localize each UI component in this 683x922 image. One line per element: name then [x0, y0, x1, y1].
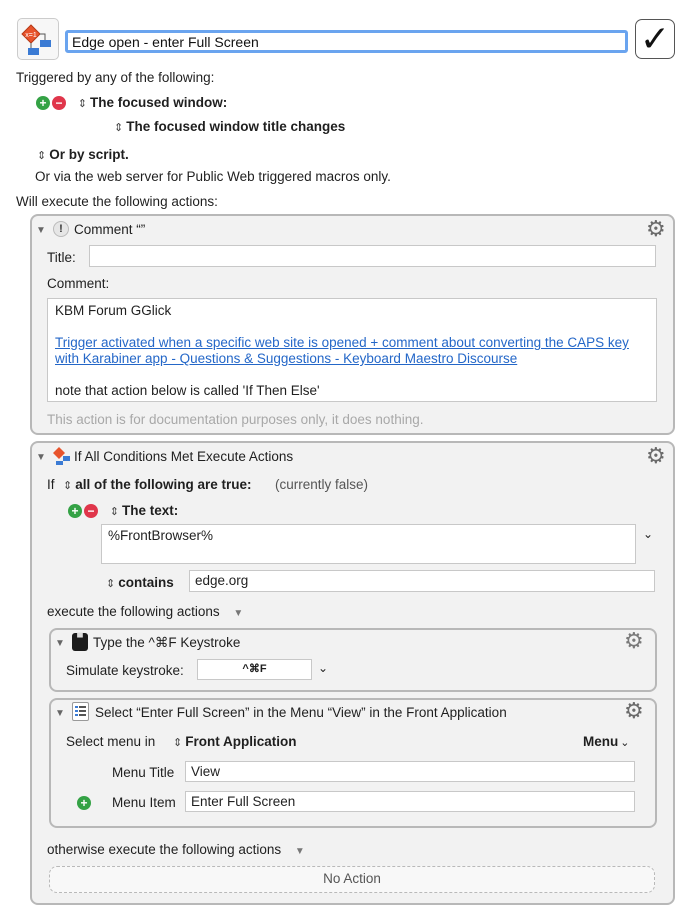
triggers-intro: Triggered by any of the following:	[16, 70, 215, 85]
gear-icon[interactable]: ⚙	[624, 700, 644, 722]
comment-label: Comment:	[47, 276, 110, 291]
focused-window-label[interactable]: The focused window:	[90, 95, 227, 110]
menu-item-label: Menu Item	[112, 795, 176, 810]
text-condition: + − ⇕ The text:	[68, 503, 178, 518]
updown-icon[interactable]: ⇕	[78, 98, 87, 110]
updown-icon[interactable]: ⇕	[110, 506, 119, 518]
checkmark-icon: ✓	[639, 19, 671, 60]
condition-status: (currently false)	[275, 477, 369, 492]
chevron-down-icon[interactable]: ⌄	[643, 527, 653, 541]
updown-icon: ⇕	[37, 150, 47, 162]
comment-icon: !	[53, 221, 69, 237]
the-text-label[interactable]: The text:	[122, 503, 178, 518]
focused-window-condition[interactable]: ⇕ The focused window title changes	[114, 119, 345, 134]
all-true-label: all of the following are true:	[75, 477, 252, 492]
otherwise-label: otherwise execute the following actions …	[47, 842, 305, 857]
execute-label: execute the following actions ▼	[47, 604, 243, 619]
comment-action-panel[interactable]: ▼ ! Comment “” ⚙ Title: Comment: KBM For…	[30, 214, 675, 435]
select-menu-label: Select menu in	[66, 734, 156, 749]
updown-icon: ⇕	[63, 480, 73, 492]
if-action-panel[interactable]: ▼ If All Conditions Met Execute Actions …	[30, 441, 675, 905]
comment-footer: This action is for documentation purpose…	[47, 412, 424, 427]
if-header: If All Conditions Met Execute Actions	[74, 449, 294, 464]
menu-dropdown-label: Menu	[583, 734, 619, 749]
chevron-down-icon[interactable]: ⌄	[318, 661, 328, 675]
dropdown-triangle-icon[interactable]: ▼	[295, 846, 305, 857]
or-by-script-label: Or by script.	[49, 147, 129, 162]
menu-action-header: Select “Enter Full Screen” in the Menu “…	[95, 705, 507, 720]
collapse-triangle-icon[interactable]: ▼	[55, 708, 65, 719]
condition-label: The focused window title changes	[126, 119, 346, 134]
list-lines-icon	[75, 706, 86, 716]
comment-text-area[interactable]: KBM Forum GGlick Trigger activated when …	[47, 298, 657, 402]
gear-icon[interactable]: ⚙	[646, 218, 666, 240]
dropdown-triangle-icon[interactable]: ▼	[233, 608, 243, 619]
menu-list-icon	[72, 702, 89, 721]
menu-title-field[interactable]: View	[185, 761, 635, 782]
contains-value-field[interactable]: edge.org	[189, 570, 655, 592]
no-action-dropzone[interactable]: No Action	[49, 866, 655, 893]
execute-text: execute the following actions	[47, 604, 220, 619]
focused-window-trigger: + − ⇕ The focused window:	[36, 95, 227, 110]
flowchart-icon	[53, 447, 70, 465]
if-label: If	[47, 477, 55, 492]
no-action-label: No Action	[323, 871, 381, 886]
otherwise-text: otherwise execute the following actions	[47, 842, 282, 857]
svg-text:x=1: x=1	[25, 32, 37, 39]
collapse-triangle-icon[interactable]: ▼	[55, 638, 65, 649]
gear-icon[interactable]: ⚙	[624, 630, 644, 652]
comment-header: Comment “”	[74, 222, 146, 237]
simulate-label: Simulate keystroke:	[66, 663, 184, 678]
contains-popup[interactable]: ⇕ contains	[106, 575, 174, 590]
flowchart-icon: x=1	[21, 24, 51, 55]
or-by-script[interactable]: ⇕ Or by script.	[37, 147, 129, 162]
add-menu-item-icon[interactable]: +	[77, 796, 91, 810]
keystroke-field[interactable]: ^⌘F	[197, 659, 312, 680]
gear-icon[interactable]: ⚙	[646, 445, 666, 467]
updown-icon: ⇕	[106, 578, 116, 590]
if-then-else-icon	[52, 446, 72, 469]
application-label: Front Application	[185, 734, 297, 749]
comment-line-1: KBM Forum GGlick	[55, 303, 172, 318]
enable-checkbox[interactable]: ✓	[635, 19, 675, 60]
keystroke-action-panel[interactable]: ▼ ▀ Type the ^⌘F Keystroke ⚙ Simulate ke…	[49, 628, 657, 692]
title-label: Title:	[47, 250, 76, 265]
collapse-triangle-icon[interactable]: ▼	[36, 452, 46, 463]
all-conditions-popup[interactable]: ⇕ all of the following are true:	[63, 477, 251, 492]
application-popup[interactable]: ⇕ Front Application	[173, 734, 296, 749]
comment-line-3: note that action below is called 'If The…	[55, 383, 320, 398]
title-field[interactable]	[89, 245, 656, 267]
text-value-field[interactable]: %FrontBrowser%	[101, 524, 636, 564]
web-server-note: Or via the web server for Public Web tri…	[35, 169, 391, 184]
menu-action-panel[interactable]: ▼ Select “Enter Full Screen” in the Menu…	[49, 698, 657, 828]
remove-trigger-icon[interactable]: −	[52, 96, 66, 110]
menu-dropdown[interactable]: Menu ⌄	[583, 734, 629, 749]
actions-intro: Will execute the following actions:	[16, 194, 218, 209]
contains-label: contains	[118, 575, 174, 590]
keystroke-header: Type the ^⌘F Keystroke	[93, 635, 241, 650]
add-condition-icon[interactable]: +	[68, 504, 82, 518]
collapse-triangle-icon[interactable]: ▼	[36, 225, 46, 236]
macro-name-field[interactable]	[65, 30, 628, 53]
chevron-down-icon: ⌄	[620, 737, 630, 749]
menu-item-field[interactable]: Enter Full Screen	[185, 791, 635, 812]
menu-title-label: Menu Title	[112, 765, 175, 780]
forum-link[interactable]: Trigger activated when a specific web si…	[55, 335, 649, 367]
add-trigger-icon[interactable]: +	[36, 96, 50, 110]
updown-icon: ⇕	[173, 737, 183, 749]
remove-condition-icon[interactable]: −	[84, 504, 98, 518]
updown-icon: ⇕	[114, 122, 124, 134]
macro-icon: x=1	[17, 18, 59, 60]
keyboard-key-icon: ▀	[72, 633, 88, 651]
